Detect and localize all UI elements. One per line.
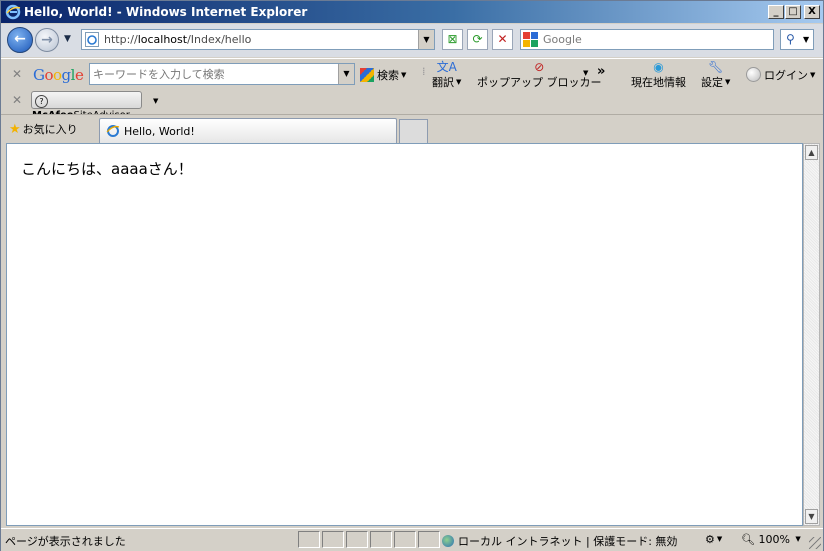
- zone-label: ローカル イントラネット | 保護モード: 無効: [458, 535, 678, 548]
- back-arrow-icon: ←: [14, 31, 26, 47]
- refresh-button[interactable]: ⟳: [467, 29, 488, 50]
- compatibility-view-button[interactable]: ⊠: [442, 29, 463, 50]
- window-title: Hello, World! - Windows Internet Explore…: [24, 5, 308, 19]
- status-pane: [394, 531, 416, 548]
- history-dropdown-icon[interactable]: ▼: [64, 34, 71, 44]
- search-go-button[interactable]: ⚲ ▼: [780, 29, 814, 50]
- translate-label: 翻訳: [432, 76, 454, 89]
- url-scheme: http://: [104, 33, 138, 46]
- google-search-icon: [523, 32, 538, 47]
- search-label: 検索: [377, 69, 399, 82]
- page-content: こんにちは、aaaaさん！: [6, 143, 803, 526]
- address-url: http://localhost/Index/hello: [104, 33, 251, 46]
- tab-title: Hello, World!: [124, 125, 195, 138]
- status-text: ページが表示されました: [5, 535, 126, 548]
- settings-button[interactable]: 🔧︎ 設定 ▼: [701, 61, 730, 90]
- google-search-field[interactable]: ▼: [89, 63, 355, 85]
- translate-button[interactable]: 文A 翻訳 ▼: [432, 61, 461, 90]
- mcafee-dropdown-icon[interactable]: ▼: [151, 95, 158, 108]
- login-status-icon: [746, 67, 761, 82]
- google-search-button[interactable]: 検索 ▼: [360, 67, 406, 83]
- browser-window: Hello, World! - Windows Internet Explore…: [0, 0, 824, 551]
- greeting-text: こんにちは、aaaaさん！: [21, 160, 193, 178]
- google-search-input[interactable]: [93, 66, 333, 82]
- address-dropdown-button[interactable]: ▼: [418, 30, 434, 49]
- status-pane: [322, 531, 344, 548]
- tab-hello-world[interactable]: Hello, World!: [99, 118, 397, 143]
- search-options-dropdown-icon[interactable]: ▼: [803, 30, 809, 49]
- favorites-tab-bar: ★ お気に入り Hello, World!: [1, 114, 823, 144]
- magnifier-icon: ⚲: [786, 32, 795, 46]
- mcafee-toolbar: ✕ ?McAfeeSiteAdvisor ▼: [1, 89, 823, 121]
- favorites-button[interactable]: ★ お気に入り: [9, 121, 78, 137]
- stop-button[interactable]: ✕: [492, 29, 513, 50]
- status-pane: [418, 531, 440, 548]
- settings-label: 設定: [701, 76, 723, 89]
- forward-button[interactable]: →: [35, 28, 59, 52]
- more-chevron-button[interactable]: »: [597, 64, 605, 79]
- search-box[interactable]: Google: [520, 29, 774, 50]
- favorites-label: お気に入り: [22, 123, 78, 136]
- security-zone[interactable]: ローカル イントラネット | 保護モード: 無効: [442, 533, 677, 549]
- scroll-up-button[interactable]: ▲: [805, 145, 818, 160]
- favorites-star-icon: ★: [9, 122, 21, 137]
- close-toolbar-icon[interactable]: ✕: [12, 67, 22, 81]
- mcafee-siteadvisor-button[interactable]: ?McAfeeSiteAdvisor: [31, 91, 142, 121]
- zoom-value: 100%: [758, 533, 790, 546]
- translate-icon: 文A: [436, 60, 457, 74]
- toolbar-separator: ⁞: [422, 65, 426, 78]
- status-pane: [298, 531, 320, 548]
- protected-mode-button[interactable]: ⚙︎ ▼: [705, 533, 722, 546]
- google-toolbar: ✕ Google ▼ 検索▼ ⁞ 文A翻訳▼ ⊘ポップアップ ブロッカー ▼ »…: [1, 58, 823, 90]
- google-search-dropdown[interactable]: ▼: [338, 64, 354, 84]
- google-icon: [360, 68, 374, 82]
- url-path: /Index/hello: [187, 33, 252, 46]
- maximize-button[interactable]: □: [785, 5, 801, 19]
- back-button[interactable]: ←: [7, 27, 33, 53]
- zoom-level-button[interactable]: 🔍︎ 100% ▼: [741, 533, 801, 546]
- minimize-button[interactable]: _: [768, 5, 784, 19]
- forward-arrow-icon: →: [41, 32, 53, 48]
- search-placeholder: Google: [543, 33, 582, 46]
- resize-grip[interactable]: [809, 537, 821, 549]
- ie-logo-icon: [5, 4, 21, 20]
- login-button[interactable]: ログイン ▼: [746, 67, 815, 83]
- close-mcafee-toolbar-icon[interactable]: ✕: [12, 93, 22, 107]
- close-window-button[interactable]: X: [804, 5, 820, 19]
- intranet-zone-icon: [442, 535, 454, 547]
- status-pane: [346, 531, 368, 548]
- status-bar: ページが表示されました ローカル イントラネット | 保護モード: 無効 ⚙︎ ▼…: [1, 528, 823, 551]
- wrench-icon: 🔧︎: [708, 60, 724, 74]
- status-pane: [370, 531, 392, 548]
- ie-page-icon: [85, 32, 99, 47]
- address-bar[interactable]: http://localhost/Index/hello ▼: [81, 29, 435, 50]
- ie-page-icon: [106, 125, 120, 137]
- popup-blocker-dropdown-icon[interactable]: ▼: [581, 67, 588, 80]
- url-host: localhost: [137, 33, 188, 46]
- login-label: ログイン: [764, 69, 808, 82]
- wifi-location-icon: ◉: [653, 60, 664, 74]
- new-tab-button[interactable]: [399, 119, 428, 143]
- vertical-scrollbar[interactable]: ▲ ▼: [803, 143, 820, 526]
- location-button[interactable]: ◉ 現在地情報: [631, 61, 686, 90]
- navigation-bar: ← → ▼ http://localhost/Index/hello ▼ ⊠ ⟳…: [1, 24, 823, 57]
- title-bar: Hello, World! - Windows Internet Explore…: [1, 1, 823, 23]
- siteadvisor-status-icon: ?: [35, 95, 48, 108]
- google-logo: Google: [33, 66, 84, 84]
- location-label: 現在地情報: [631, 76, 686, 89]
- scroll-down-button[interactable]: ▼: [805, 509, 818, 524]
- zoom-magnifier-icon: 🔍︎: [741, 533, 755, 546]
